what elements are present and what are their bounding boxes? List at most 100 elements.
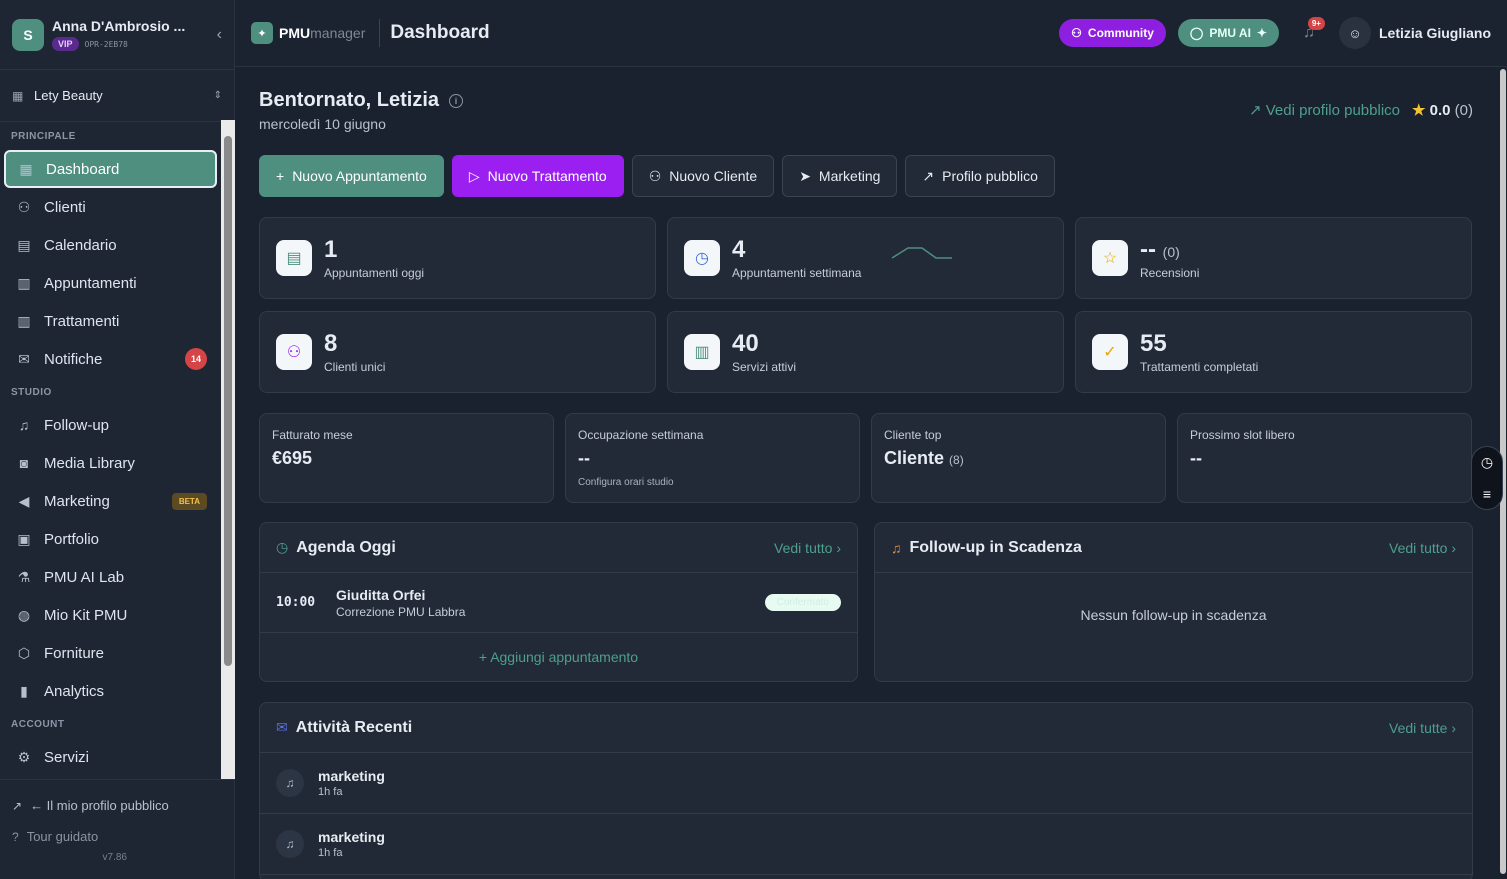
sidebar-item-notifiche[interactable]: ✉ Notifiche 14 bbox=[4, 340, 217, 378]
sidebar-item-label: Clienti bbox=[44, 198, 86, 216]
sidebar-item-label: Media Library bbox=[44, 454, 135, 472]
sidebar-item-calendario[interactable]: ▤ Calendario bbox=[4, 226, 217, 264]
info-icon[interactable]: i bbox=[449, 93, 464, 108]
activity-row[interactable]: ♫ marketing 1h fa bbox=[260, 814, 1472, 875]
see-all-agenda-link[interactable]: Vedi tutto › bbox=[774, 540, 841, 556]
sparkle-icon: ✦ bbox=[1256, 26, 1267, 40]
plus-icon: + bbox=[276, 168, 285, 184]
sidebar-footer: ↗ ← Il mio profilo pubblico ? Tour guida… bbox=[0, 779, 235, 879]
pmu-ai-button[interactable]: ◯ PMU AI ✦ bbox=[1177, 19, 1279, 47]
sidebar-item-servizi[interactable]: ⚙ Servizi bbox=[4, 738, 217, 776]
sidebar-user[interactable]: Anna D'Ambrosio ... VIP OPR-2EB78 bbox=[52, 18, 211, 51]
sidebar-item-portfolio[interactable]: ▣ Portfolio bbox=[4, 520, 217, 558]
public-profile-link[interactable]: ↗ ← Il mio profilo pubblico bbox=[0, 790, 235, 821]
sidebar-item-marketing[interactable]: ◀ Marketing BETA bbox=[4, 482, 217, 520]
inbox-icon: ✉ bbox=[18, 350, 30, 367]
stat-card[interactable]: ⚇ 8 Clienti unici bbox=[259, 311, 656, 393]
bell-icon: ♫ bbox=[18, 417, 30, 433]
user-icon: ☺ bbox=[1338, 17, 1371, 49]
users-icon: ⚇ bbox=[648, 167, 662, 184]
appointment-time: 10:00 bbox=[276, 595, 316, 610]
building-icon: ▦ bbox=[12, 88, 24, 103]
new-treatment-button[interactable]: ▷ Nuovo Trattamento bbox=[451, 155, 624, 197]
sidebar-item-trattamenti[interactable]: ▥ Trattamenti bbox=[4, 302, 217, 340]
logo-text-bold: PMU bbox=[279, 25, 311, 41]
notifications-button[interactable]: ♫ 9+ bbox=[1291, 15, 1327, 51]
stat-value: 8 bbox=[324, 330, 338, 357]
stat-label: Recensioni bbox=[1140, 266, 1200, 280]
kpi-row: Fatturato mese €695 Occupazione settiman… bbox=[259, 413, 1473, 503]
sidebar-item-label: Notifiche bbox=[44, 350, 103, 368]
kpi-card: Fatturato mese €695 bbox=[259, 413, 554, 503]
stat-value: 55 bbox=[1140, 330, 1167, 357]
new-client-button[interactable]: ⚇ Nuovo Cliente bbox=[631, 155, 775, 197]
guided-tour-link[interactable]: ? Tour guidato bbox=[0, 821, 235, 852]
sidebar-item-mio-kit-pmu[interactable]: ◍ Mio Kit PMU bbox=[4, 596, 217, 634]
sidebar-item-label: Servizi bbox=[44, 748, 90, 766]
sidebar-item-forniture[interactable]: ⬡ Forniture bbox=[4, 634, 217, 672]
activity-row[interactable]: ♫ marketing 1h fa bbox=[260, 753, 1472, 814]
app-logo[interactable]: ✦ PMUmanager bbox=[251, 19, 381, 47]
calendar-icon: ▤ bbox=[17, 236, 31, 253]
user-menu[interactable]: ☺ Letizia Giugliano bbox=[1338, 17, 1491, 49]
settings-icon: ⚙ bbox=[17, 748, 31, 765]
public-profile-button[interactable]: ↗ Profilo pubblico bbox=[905, 155, 1055, 197]
add-appointment-link[interactable]: + Aggiungi appuntamento bbox=[260, 633, 857, 665]
sidebar-item-clienti[interactable]: ⚇ Clienti bbox=[4, 188, 217, 226]
activity-time: 1h fa bbox=[318, 847, 343, 859]
stat-value: 1 bbox=[324, 236, 338, 263]
appointment-service: Correzione PMU Labbra bbox=[336, 604, 466, 619]
sidebar-item-follow-up[interactable]: ♫ Follow-up bbox=[4, 406, 217, 444]
new-appointment-button[interactable]: + Nuovo Appuntamento bbox=[259, 155, 444, 197]
see-all-followup-link[interactable]: Vedi tutto › bbox=[1389, 540, 1456, 556]
main-content: Bentornato, Letizia i mercoledì 10 giugn… bbox=[259, 67, 1473, 879]
sidebar-item-analytics[interactable]: ▮ Analytics bbox=[4, 672, 217, 710]
agenda-row[interactable]: 10:00 Giuditta Orfei Correzione PMU Labb… bbox=[260, 573, 857, 633]
stat-card[interactable]: ▤ 1 Appuntamenti oggi bbox=[259, 217, 656, 299]
user-menu-name: Letizia Giugliano bbox=[1378, 25, 1491, 41]
stat-value: 40 bbox=[732, 330, 759, 357]
activity-time: 1h fa bbox=[318, 786, 343, 798]
external-link-icon: ↗ bbox=[12, 798, 23, 813]
sidebar-scrollbar[interactable] bbox=[221, 120, 235, 780]
send-icon: ➤ bbox=[799, 167, 811, 184]
sidebar-item-label: Dashboard bbox=[46, 160, 120, 178]
quick-actions: + Nuovo Appuntamento ▷ Nuovo Trattamento ⚇… bbox=[259, 155, 1055, 197]
see-all-activity-link[interactable]: Vedi tutte › bbox=[1389, 720, 1456, 736]
marketing-button[interactable]: ➤ Marketing bbox=[782, 155, 898, 197]
community-button[interactable]: ⚇ Community bbox=[1059, 19, 1166, 47]
sidebar-item-media-library[interactable]: ◙ Media Library bbox=[4, 444, 217, 482]
stat-card[interactable]: ☆ -- (0) Recensioni bbox=[1075, 217, 1472, 299]
stat-sub: (0) bbox=[1162, 244, 1180, 260]
stat-card[interactable]: ✓ 55 Trattamenti completati bbox=[1075, 311, 1472, 393]
view-public-profile-link[interactable]: ↗ Vedi profilo pubblico bbox=[1249, 101, 1400, 119]
stat-label: Appuntamenti oggi bbox=[324, 266, 425, 280]
timer-icon[interactable]: ◷ bbox=[1481, 454, 1493, 471]
marketing-label: Marketing bbox=[818, 168, 881, 184]
notification-count-badge: 14 bbox=[185, 348, 207, 370]
kpi-card: Occupazione settimana -- Configura orari… bbox=[565, 413, 860, 503]
stat-card[interactable]: ▥ 40 Servizi attivi bbox=[667, 311, 1064, 393]
bar-chart-icon: ▮ bbox=[20, 682, 28, 699]
scrollbar-thumb[interactable] bbox=[224, 136, 232, 666]
studio-selector[interactable]: ▦ Lety Beauty ⇕ bbox=[0, 70, 234, 122]
avatar[interactable]: S bbox=[12, 18, 44, 51]
list-icon[interactable]: ≡ bbox=[1483, 486, 1491, 502]
sidebar-item-pmu-ai-lab[interactable]: ⚗ PMU AI Lab bbox=[4, 558, 217, 596]
clipboard-icon: ▥ bbox=[17, 274, 31, 291]
sidebar-item-label: Portfolio bbox=[44, 530, 100, 548]
stat-card[interactable]: ◷ 4 Appuntamenti settimana bbox=[667, 217, 1064, 299]
agenda-panel: ◷ Agenda Oggi Vedi tutto › 10:00 Giuditt… bbox=[259, 522, 858, 682]
trend-sparkline bbox=[891, 247, 952, 259]
bell-icon: ♫ bbox=[891, 539, 902, 556]
sidebar-item-label: PMU AI Lab bbox=[44, 568, 125, 586]
chevron-updown-icon: ⇕ bbox=[213, 90, 222, 101]
sparkle-logo-icon: ✦ bbox=[251, 22, 273, 44]
kpi-value: -- bbox=[578, 448, 590, 468]
sidebar-item-appuntamenti[interactable]: ▥ Appuntamenti bbox=[4, 264, 217, 302]
sidebar-item-dashboard[interactable]: ▦ Dashboard bbox=[4, 150, 217, 188]
configure-hours-link[interactable]: Configura orari studio bbox=[578, 477, 847, 488]
vip-badge: VIP bbox=[52, 37, 79, 51]
briefcase-icon: ▥ bbox=[684, 334, 720, 370]
collapse-sidebar-icon[interactable]: ‹ bbox=[217, 26, 222, 44]
